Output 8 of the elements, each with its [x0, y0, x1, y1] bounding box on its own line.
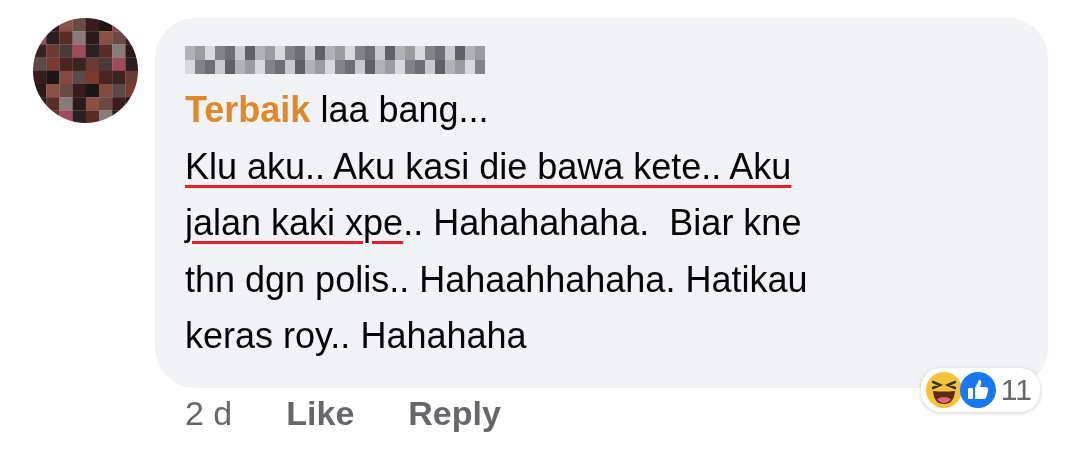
comment-time: 2 d — [185, 394, 233, 433]
comment-action-button[interactable]: Like — [286, 394, 355, 433]
comment-text: Terbaik laa bang... Klu aku.. Aku kasi die bawa kete.. Aku jalan kaki xpe.. Hahahahaha. Biar kne thn dgn polis.. Hahaahhahaha. Hatikau keras roy.. Hahahaha — [185, 88, 809, 358]
comment-action-button[interactable]: Reply — [408, 394, 501, 433]
thumbs-up-icon — [958, 371, 997, 409]
reaction-summary[interactable]: 11 — [920, 368, 1040, 412]
laughing-emoji-icon — [924, 371, 963, 409]
reaction-count: 11 — [1000, 373, 1032, 407]
